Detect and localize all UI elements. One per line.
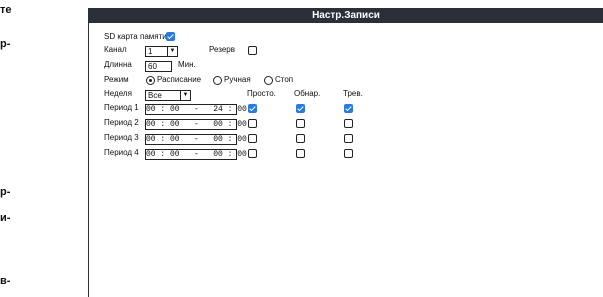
chevron-down-icon: ▼ — [180, 91, 190, 100]
period-simple-checkbox[interactable] — [248, 104, 257, 113]
mode-schedule-radio[interactable] — [146, 76, 155, 85]
sd-card-label: SD карта памяти — [104, 32, 167, 41]
mode-schedule-label: Расписание — [157, 75, 202, 84]
length-label: Длинна — [104, 60, 132, 69]
mode-stop-radio[interactable] — [264, 76, 273, 85]
chevron-down-icon: ▼ — [167, 47, 177, 56]
period-alarm-checkbox[interactable] — [344, 119, 353, 128]
period-time-input[interactable]: 00 : 00 - 00 : 00 — [145, 149, 247, 160]
channel-select[interactable]: 1 ▼ — [145, 46, 178, 57]
edge-text-2: р- — [0, 38, 11, 50]
period-detect-checkbox[interactable] — [296, 134, 305, 143]
mode-stop-label: Стоп — [275, 75, 294, 84]
column-header-alarm: Трев. — [343, 89, 363, 98]
channel-label: Канал — [104, 45, 127, 54]
period-label: Период 4 — [104, 148, 139, 157]
period-detect-checkbox[interactable] — [296, 149, 305, 158]
sd-card-checkbox[interactable] — [166, 32, 175, 41]
mode-manual-radio[interactable] — [213, 76, 222, 85]
reserve-label: Резерв — [209, 45, 235, 54]
period-time-input[interactable]: 00 : 00 - 00 : 00 — [145, 134, 247, 145]
period-detect-checkbox[interactable] — [296, 104, 305, 113]
reserve-checkbox[interactable] — [248, 46, 257, 55]
column-header-detect: Обнар. — [294, 89, 321, 98]
edge-text-1: те — [0, 4, 12, 16]
edge-text-3: р- — [0, 186, 11, 198]
period-simple-checkbox[interactable] — [248, 119, 257, 128]
period-simple-checkbox[interactable] — [248, 134, 257, 143]
period-time-input[interactable]: 00 : 00 - 24 : 00 — [145, 104, 247, 115]
period-time-input[interactable]: 00 : 00 - 00 : 00 — [145, 119, 247, 130]
column-header-simple: Просто. — [247, 89, 276, 98]
edge-text-5: в- — [0, 275, 11, 287]
period-alarm-checkbox[interactable] — [344, 149, 353, 158]
week-select[interactable]: Все ▼ — [145, 90, 191, 101]
dialog-title: Настр.Записи — [89, 9, 603, 23]
length-unit: Мин. — [178, 60, 196, 69]
period-alarm-checkbox[interactable] — [344, 134, 353, 143]
mode-label: Режим — [104, 75, 129, 84]
record-settings-dialog: Настр.Записи SD карта памяти Канал 1 ▼ Р… — [88, 8, 603, 297]
period-simple-checkbox[interactable] — [248, 149, 257, 158]
period-detect-checkbox[interactable] — [296, 119, 305, 128]
week-value: Все — [148, 91, 162, 100]
length-input[interactable]: 60 — [145, 61, 172, 72]
period-alarm-checkbox[interactable] — [344, 104, 353, 113]
period-label: Период 1 — [104, 103, 139, 112]
edge-text-4: и- — [0, 212, 11, 224]
background-page-text: те р- р- и- в- — [0, 0, 40, 297]
period-label: Период 2 — [104, 118, 139, 127]
period-label: Период 3 — [104, 133, 139, 142]
week-label: Неделя — [104, 89, 132, 98]
mode-manual-label: Ручная — [224, 75, 251, 84]
channel-value: 1 — [148, 47, 153, 56]
